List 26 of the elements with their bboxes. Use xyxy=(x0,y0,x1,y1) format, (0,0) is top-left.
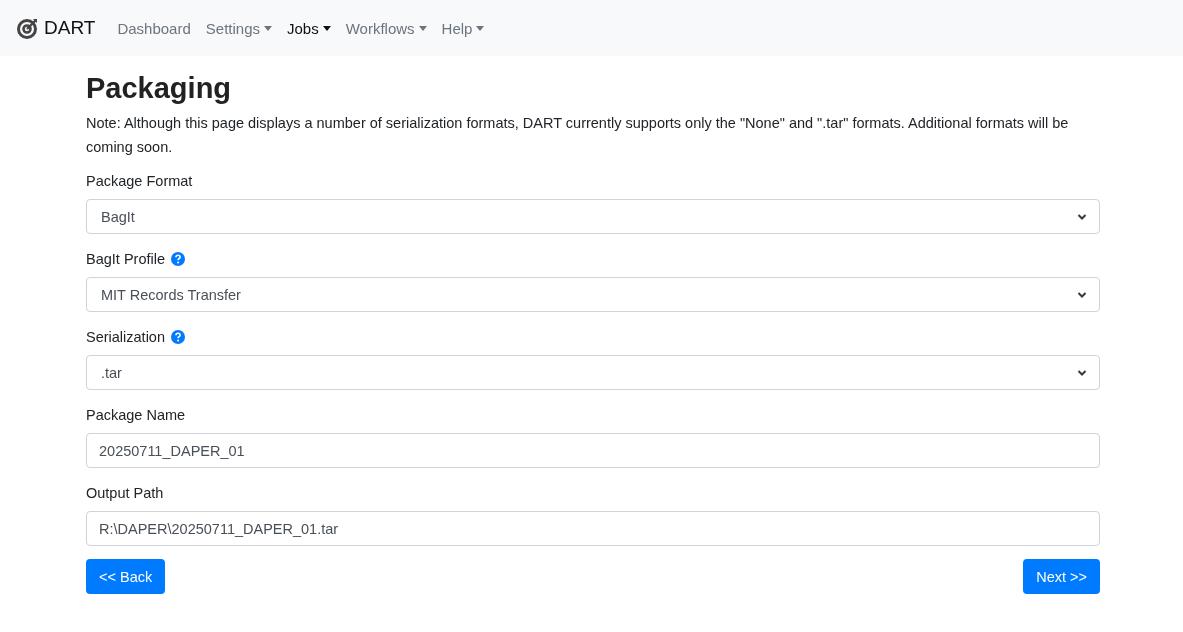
chevron-down-icon xyxy=(1077,290,1087,299)
field-label: Package Name xyxy=(86,407,186,423)
page-title: Packaging xyxy=(86,72,233,105)
field-label: Package Format xyxy=(86,173,193,189)
help-icon[interactable] xyxy=(171,330,185,344)
chevron-down-icon xyxy=(1077,368,1087,377)
input-field[interactable]: 20250711_DAPER_01 xyxy=(86,433,1100,468)
help-icon[interactable] xyxy=(171,252,185,266)
field-label: Serialization xyxy=(86,329,165,345)
nav-link[interactable]: Help xyxy=(441,19,485,37)
next-button[interactable]: Next >> xyxy=(1023,559,1100,594)
nav-link[interactable]: Dashboard xyxy=(117,19,191,37)
brand-name[interactable]: DART xyxy=(44,17,96,39)
back-button[interactable]: << Back xyxy=(86,559,166,594)
input-field[interactable]: R:\DAPER\20250711_DAPER_01.tar xyxy=(86,511,1100,546)
chevron-down-icon xyxy=(1077,212,1087,221)
nav-link[interactable]: Jobs xyxy=(287,19,331,37)
dropdown-field[interactable]: MIT Records Transfer xyxy=(86,277,1100,312)
note-text: Note: Although this page displays a number of serialization formats, DART currently supports only the "None" and ".tar" formats. Additional formats will be coming soon. xyxy=(86,114,1070,157)
dropdown-field[interactable]: .tar xyxy=(86,355,1100,390)
dropdown-field[interactable]: BagIt xyxy=(86,199,1100,234)
field-label: BagIt Profile xyxy=(86,251,165,267)
nav-link[interactable]: Workflows xyxy=(345,19,427,37)
nav-link[interactable]: Settings xyxy=(205,19,272,37)
target-icon xyxy=(16,16,40,40)
field-label: Output Path xyxy=(86,485,164,501)
